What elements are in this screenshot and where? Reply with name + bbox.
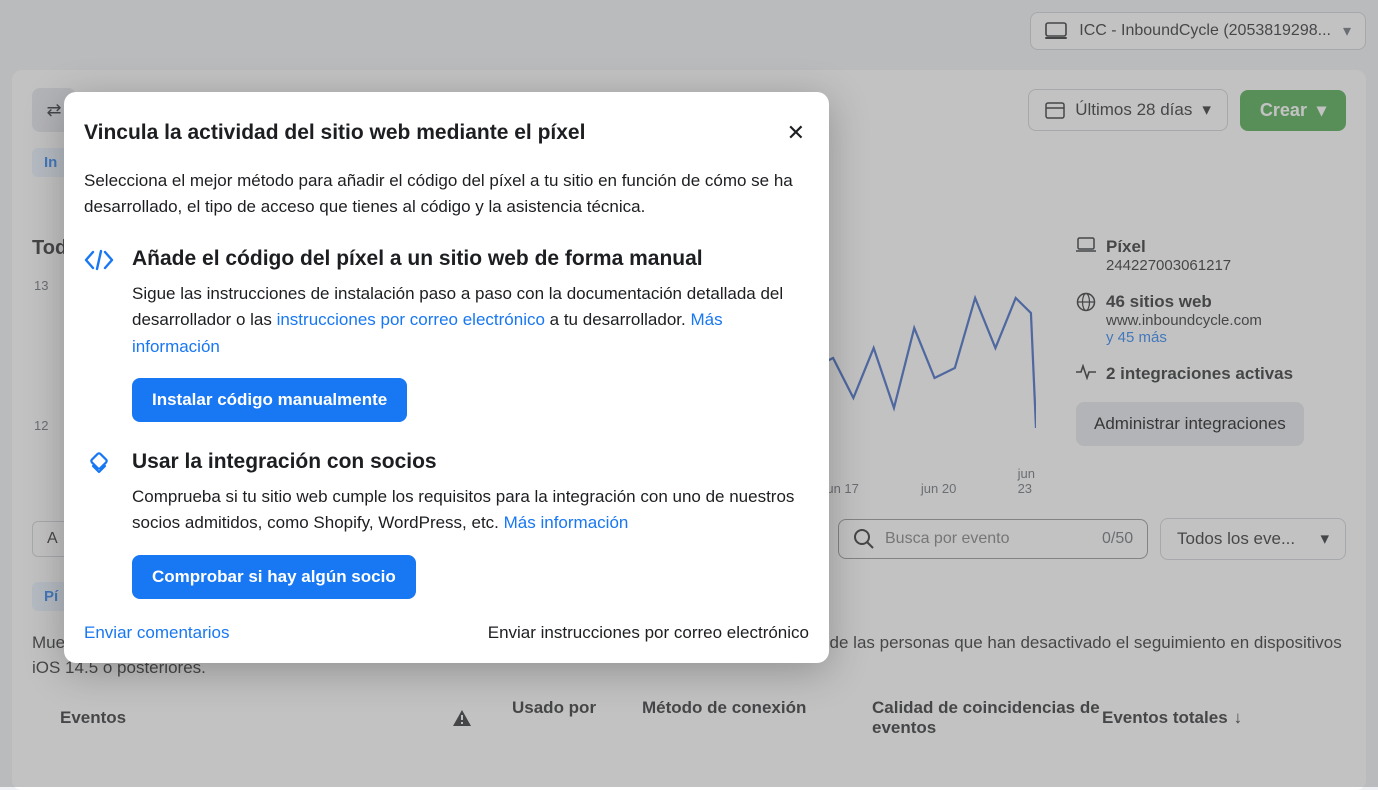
modal-description: Selecciona el mejor método para añadir e… (84, 168, 809, 219)
send-email-instructions-link[interactable]: Enviar instrucciones por correo electrón… (488, 623, 809, 643)
option-partner-desc: Comprueba si tu sitio web cumple los req… (132, 484, 809, 537)
modal-footer: Enviar comentarios Enviar instrucciones … (64, 599, 829, 643)
option-manual: Añade el código del píxel a un sitio web… (84, 247, 809, 422)
close-button[interactable]: ✕ (783, 116, 809, 150)
install-manually-button[interactable]: Instalar código manualmente (132, 378, 407, 422)
handshake-icon (84, 450, 116, 599)
check-partner-button[interactable]: Comprobar si hay algún socio (132, 555, 416, 599)
option-manual-title: Añade el código del píxel a un sitio web… (132, 247, 809, 271)
modal-title: Vincula la actividad del sitio web media… (84, 121, 783, 145)
pixel-setup-modal: Vincula la actividad del sitio web media… (64, 92, 829, 663)
option-partner: Usar la integración con socios Comprueba… (84, 450, 809, 599)
email-instructions-link[interactable]: instrucciones por correo electrónico (277, 310, 545, 329)
close-icon: ✕ (787, 120, 805, 145)
learn-more-link[interactable]: Más información (504, 513, 629, 532)
modal-header: Vincula la actividad del sitio web media… (84, 116, 809, 150)
option-manual-desc: Sigue las instrucciones de instalación p… (132, 281, 809, 360)
option-partner-title: Usar la integración con socios (132, 450, 809, 474)
send-feedback-link[interactable]: Enviar comentarios (84, 623, 230, 643)
code-icon (84, 247, 116, 422)
